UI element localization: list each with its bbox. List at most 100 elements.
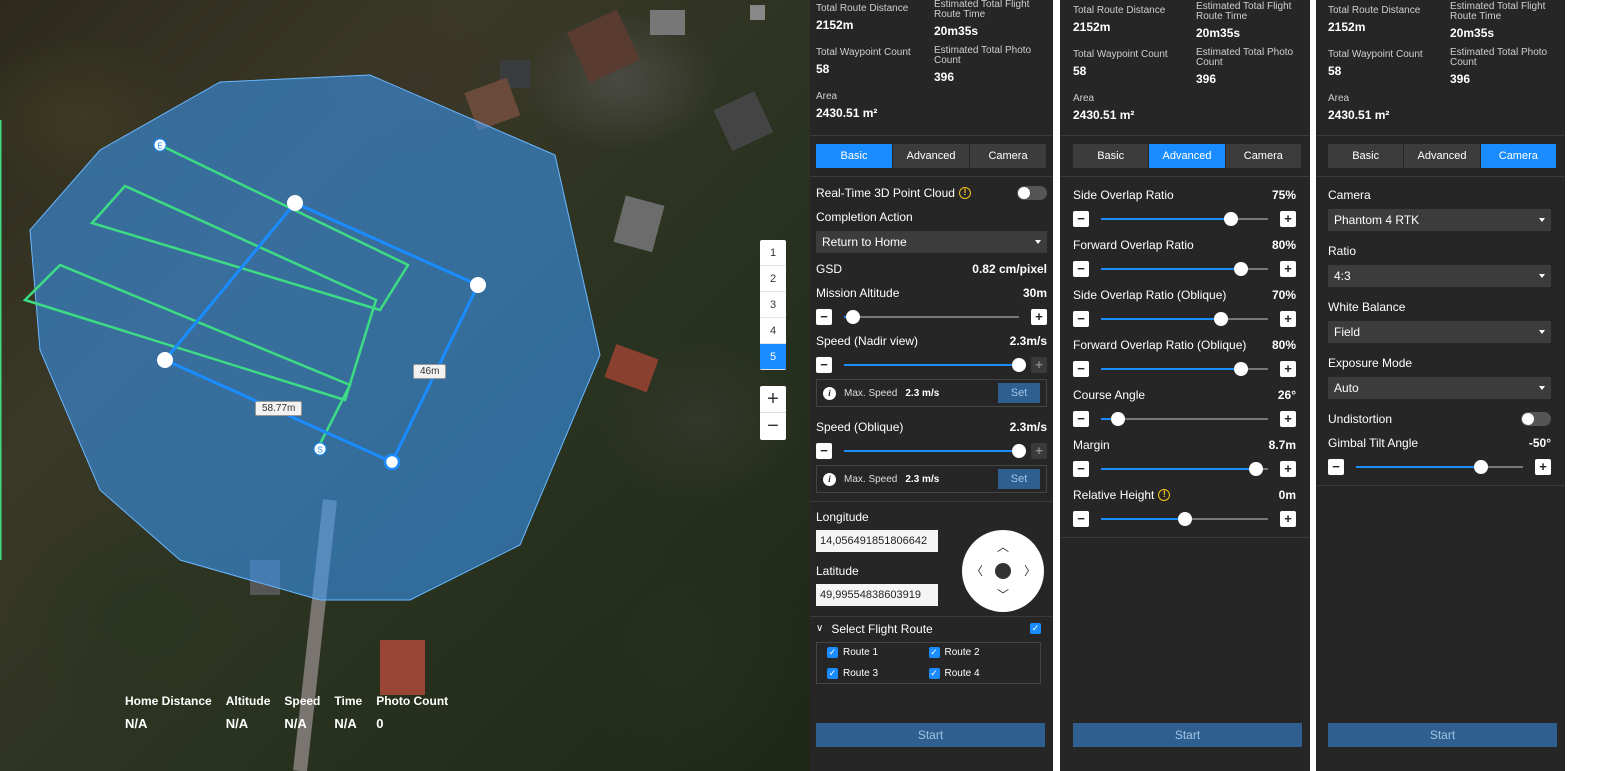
minus-button[interactable]: − — [1073, 361, 1089, 377]
tab-camera[interactable]: Camera — [1225, 144, 1302, 168]
route-number-2[interactable]: 2 — [760, 266, 786, 292]
route-number-3[interactable]: 3 — [760, 292, 786, 318]
camera-select[interactable]: Phantom 4 RTK — [1328, 209, 1551, 231]
zoom-out-button[interactable]: − — [760, 413, 786, 440]
side-overlap-value: 75% — [1271, 188, 1296, 202]
summary-label: Area — [1073, 93, 1095, 104]
minus-button[interactable]: − — [1073, 411, 1089, 427]
forward-overlap-oblique-value: 80% — [1271, 338, 1296, 352]
slider-handle[interactable] — [1234, 262, 1249, 276]
position-joystick[interactable]: ︿ ﹀ 〈 〉 — [962, 530, 1044, 612]
undistortion-toggle[interactable] — [1521, 412, 1551, 426]
set-max-speed-button[interactable]: Set — [998, 383, 1040, 403]
minus-button[interactable]: − — [816, 443, 832, 459]
course-angle-track[interactable] — [1101, 412, 1268, 426]
route-label: Route 3 — [843, 668, 879, 679]
tab-camera[interactable]: Camera — [1480, 144, 1557, 168]
minus-button[interactable]: − — [1073, 461, 1089, 477]
relative-height-track[interactable] — [1101, 512, 1268, 526]
plus-button[interactable]: + — [1031, 443, 1047, 459]
plus-button[interactable]: + — [1280, 311, 1296, 327]
settings-panel-camera: Total Route Distance 2152m Estimated Tota… — [1316, 0, 1565, 771]
slider-handle[interactable] — [1012, 444, 1026, 458]
altitude-track[interactable] — [844, 310, 1019, 324]
slider-handle[interactable] — [1110, 412, 1125, 426]
plus-button[interactable]: + — [1031, 357, 1047, 373]
slider-handle[interactable] — [1474, 460, 1489, 474]
tab-advanced[interactable]: Advanced — [893, 144, 970, 168]
summary-value: 2152m — [1073, 20, 1111, 34]
route-checkbox[interactable]: ✓ — [928, 647, 940, 658]
map-view[interactable]: E S 46m 58.77m 1 2 3 4 5 + − Home Distan… — [0, 0, 810, 771]
slider-handle[interactable] — [845, 310, 860, 324]
point-cloud-toggle[interactable] — [1017, 186, 1047, 200]
side-overlap-oblique-track[interactable] — [1101, 312, 1268, 326]
route-checkbox[interactable]: ✓ — [928, 668, 940, 679]
route-number-1[interactable]: 1 — [760, 240, 786, 266]
side-overlap-oblique-label: Side Overlap Ratio (Oblique) — [1073, 288, 1227, 302]
plus-button[interactable]: + — [1280, 511, 1296, 527]
side-overlap-track[interactable] — [1101, 212, 1268, 226]
forward-overlap-oblique-track[interactable] — [1101, 362, 1268, 376]
tab-basic[interactable]: Basic — [1328, 144, 1405, 168]
plus-button[interactable]: + — [1535, 459, 1551, 475]
set-max-speed-button[interactable]: Set — [998, 469, 1040, 489]
margin-slider: − + — [1067, 457, 1302, 481]
ratio-select[interactable]: 4:3 — [1328, 265, 1551, 287]
minus-button[interactable]: − — [1073, 511, 1089, 527]
speed-oblique-track[interactable] — [844, 444, 1026, 458]
completion-action-select[interactable]: Return to Home — [816, 231, 1047, 253]
speed-nadir-track[interactable] — [844, 358, 1026, 372]
chevron-down-icon[interactable]: ﹀ — [997, 586, 1009, 603]
summary-label: Estimated Total Flight Route Time — [934, 0, 1030, 20]
tab-advanced[interactable]: Advanced — [1149, 144, 1226, 168]
side-overlap-label: Side Overlap Ratio — [1073, 188, 1174, 202]
settings-panel-basic: Total Route Distance 2152m Estimated Tota… — [810, 0, 1053, 771]
plus-button[interactable]: + — [1031, 309, 1047, 325]
slider-handle[interactable] — [1224, 212, 1239, 226]
slider-handle[interactable] — [1249, 462, 1264, 476]
route-number-4[interactable]: 4 — [760, 318, 786, 344]
start-button[interactable]: Start — [1073, 723, 1302, 747]
plus-button[interactable]: + — [1280, 261, 1296, 277]
route-checkbox[interactable]: ✓ — [827, 668, 838, 679]
route-number-5[interactable]: 5 — [760, 344, 786, 370]
tab-advanced[interactable]: Advanced — [1404, 144, 1481, 168]
plus-button[interactable]: + — [1280, 361, 1296, 377]
start-button[interactable]: Start — [1328, 723, 1557, 747]
white-balance-select[interactable]: Field — [1328, 321, 1551, 343]
select-flight-route-header[interactable]: ∨ Select Flight Route ✓ — [810, 616, 1053, 640]
gimbal-tilt-track[interactable] — [1356, 460, 1523, 474]
slider-handle[interactable] — [1012, 358, 1026, 372]
slider-handle[interactable] — [1234, 362, 1249, 376]
tab-basic[interactable]: Basic — [816, 144, 893, 168]
minus-button[interactable]: − — [816, 357, 832, 373]
zoom-in-button[interactable]: + — [760, 386, 786, 413]
longitude-input[interactable]: 14,056491851806642 — [816, 530, 938, 552]
plus-button[interactable]: + — [1280, 211, 1296, 227]
exposure-mode-select[interactable]: Auto — [1328, 377, 1551, 399]
chevron-right-icon[interactable]: 〉 — [1024, 562, 1036, 579]
forward-overlap-track[interactable] — [1101, 262, 1268, 276]
tab-basic[interactable]: Basic — [1073, 144, 1150, 168]
route-checkbox[interactable]: ✓ — [827, 647, 838, 658]
chevron-up-icon[interactable]: ︿ — [997, 538, 1009, 555]
minus-button[interactable]: − — [1073, 261, 1089, 277]
select-all-checkbox[interactable]: ✓ — [1030, 623, 1041, 634]
chevron-left-icon[interactable]: 〈 — [971, 562, 983, 579]
summary-value: 396 — [1196, 72, 1217, 86]
route-checkbox-list: ✓ Route 1 ✓ Route 2 ✓ Route 3 ✓ Route 4 — [816, 642, 1041, 684]
plus-button[interactable]: + — [1280, 411, 1296, 427]
minus-button[interactable]: − — [1073, 311, 1089, 327]
start-button[interactable]: Start — [816, 723, 1045, 747]
minus-button[interactable]: − — [816, 309, 832, 325]
minus-button[interactable]: − — [1328, 459, 1344, 475]
chevron-down-icon — [1539, 274, 1545, 278]
slider-handle[interactable] — [1177, 512, 1192, 526]
plus-button[interactable]: + — [1280, 461, 1296, 477]
tab-camera[interactable]: Camera — [970, 144, 1047, 168]
margin-track[interactable] — [1101, 462, 1268, 476]
latitude-input[interactable]: 49,99554838603919 — [816, 584, 938, 606]
minus-button[interactable]: − — [1073, 211, 1089, 227]
slider-handle[interactable] — [1214, 312, 1229, 326]
